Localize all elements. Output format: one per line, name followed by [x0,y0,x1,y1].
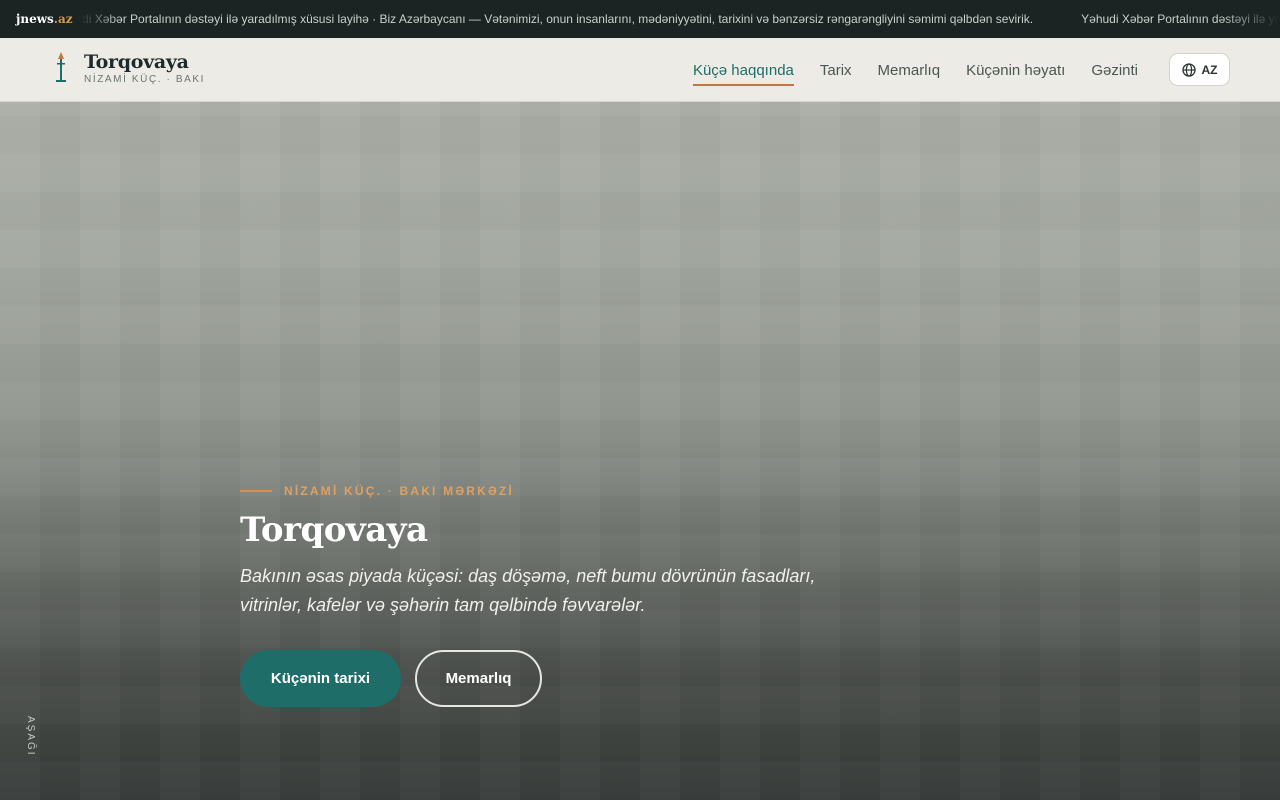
globe-icon [1181,62,1196,77]
language-code: AZ [1201,62,1218,77]
hero-actions: Küçənin tarixi Memarlıq [240,650,900,707]
ticker-fade-left [80,0,120,38]
hero-lead: Bakının əsas piyada küçəsi: daş döşəmə, … [240,566,816,615]
hero-content: NİZAMİ KÜÇ. · BAKI MƏRKƏZİ Torqovaya Bak… [240,484,900,707]
ticker-brand-logo[interactable]: jnews .az [0,0,83,38]
nav-item-street-life[interactable]: Küçənin həyatı [966,38,1065,102]
ticker-fade-right [1220,0,1280,38]
brand-name: jnews [16,12,54,26]
scroll-down-label: AŞAĞI [25,716,36,757]
eyebrow-line [240,490,272,492]
logo-subtitle: NİZAMİ KÜÇ. · BAKI [84,74,206,85]
scroll-down-link[interactable]: AŞAĞI [24,716,38,766]
history-button[interactable]: Küçənin tarixi [240,650,401,707]
eyebrow-text: NİZAMİ KÜÇ. · BAKI MƏRKƏZİ [284,484,514,498]
ticker-track: Yəhudi Xəbər Portalının dəstəyi ilə yara… [40,0,1280,38]
nav-item-history[interactable]: Tarix [820,38,852,102]
site-logo[interactable]: Torqovaya NİZAMİ KÜÇ. · BAKI [54,50,205,86]
nav-item-about[interactable]: Küçə haqqında [692,38,794,102]
logo-title: Torqovaya [84,51,189,73]
brand-tld: .az [53,12,73,26]
hero-section: NİZAMİ KÜÇ. · BAKI MƏRKƏZİ Torqovaya Bak… [0,102,1280,800]
hero-title: Torqovaya [240,510,428,550]
news-ticker: jnews .az Yəhudi Xəbər Portalının dəstəyi… [0,0,1280,38]
language-switcher[interactable]: AZ [1169,53,1230,86]
nav-item-architecture[interactable]: Memarlıq [878,38,941,102]
nav-item-walk[interactable]: Gəzinti [1091,38,1138,102]
site-header: Torqovaya NİZAMİ KÜÇ. · BAKI Küçə haqqın… [0,38,1280,102]
hero-eyebrow: NİZAMİ KÜÇ. · BAKI MƏRKƏZİ [240,484,900,498]
lamp-post-icon [54,50,68,86]
main-nav: Küçə haqqında Tarix Memarlıq Küçənin həy… [667,38,1138,102]
ticker-item: Yəhudi Xəbər Portalının dəstəyi ilə yara… [54,12,1034,26]
architecture-button[interactable]: Memarlıq [415,650,542,707]
